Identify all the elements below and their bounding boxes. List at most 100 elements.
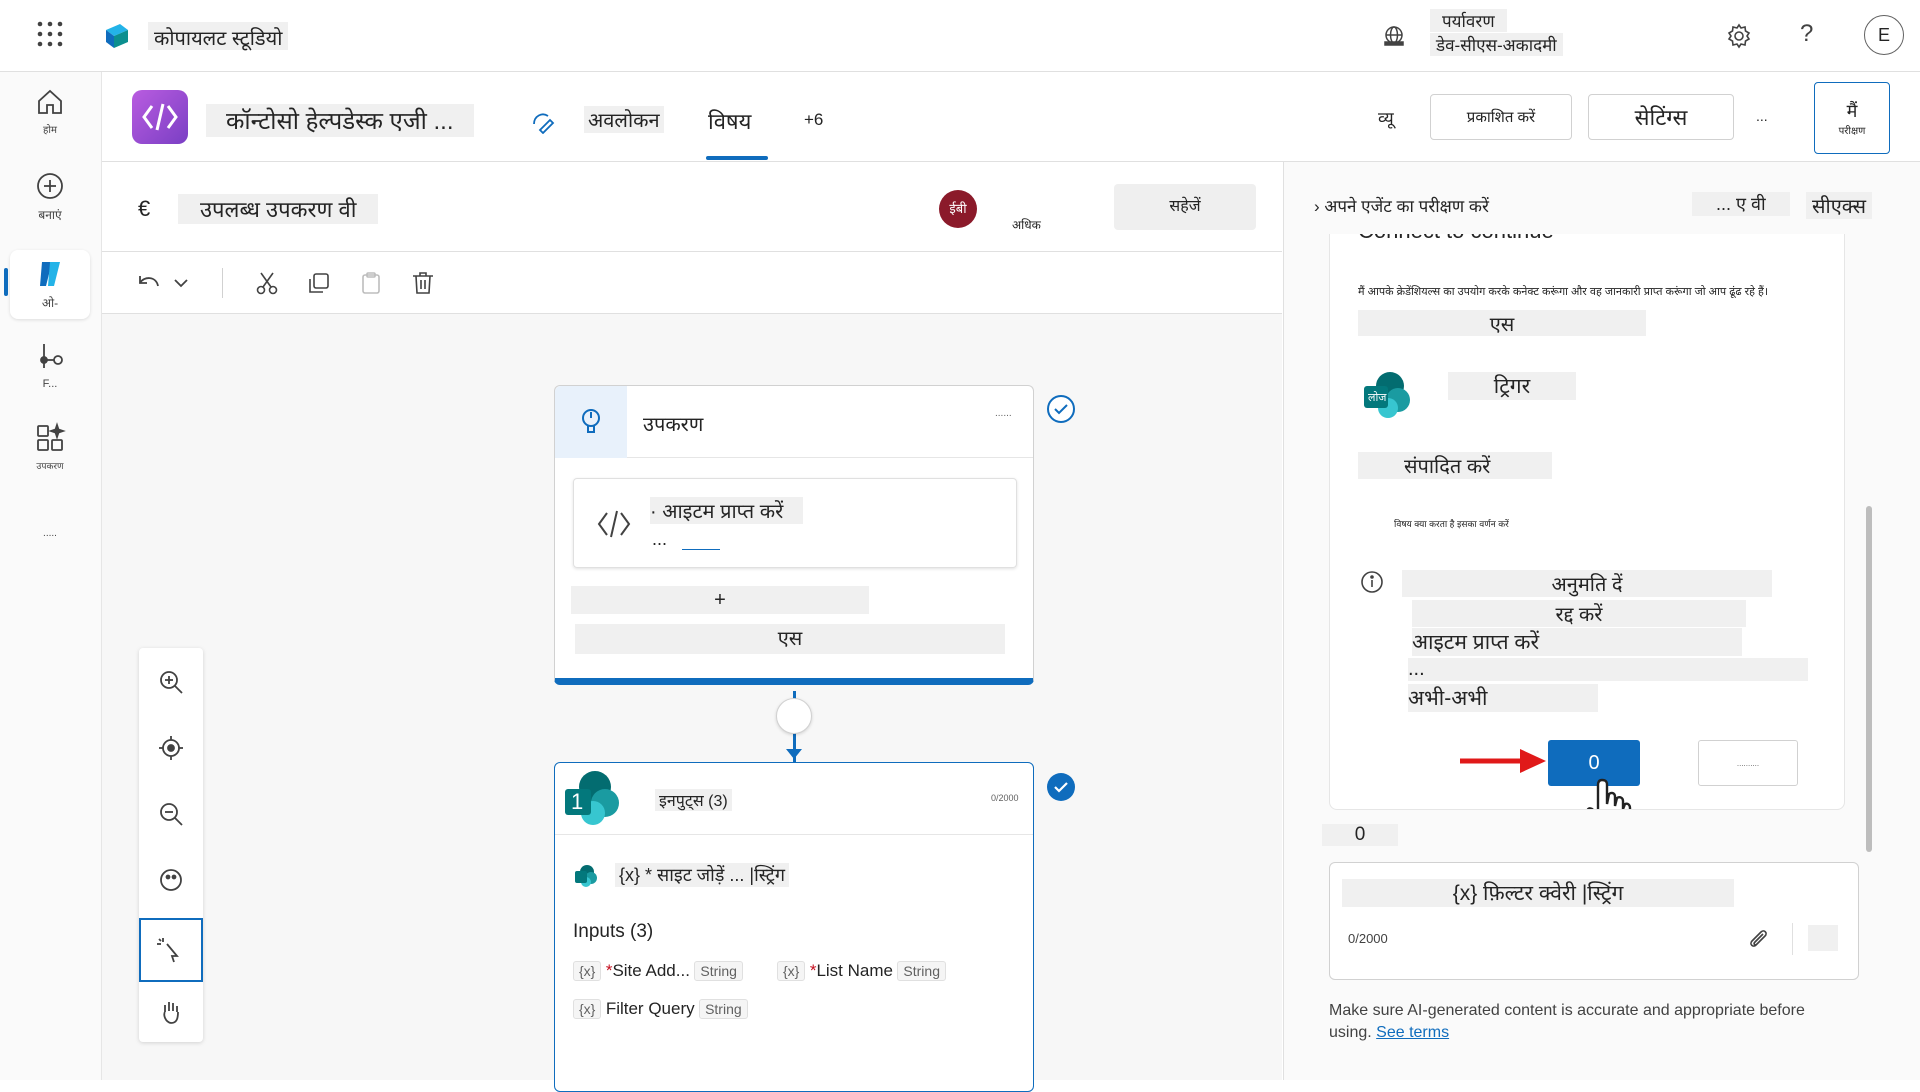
topic-title[interactable]: उपलब्ध उपकरण वी [178, 194, 379, 224]
info-icon [1360, 570, 1384, 594]
attach-icon[interactable] [1746, 927, 1770, 951]
describe-label: विषय क्या करता है इसका वर्णन करें [1394, 519, 1509, 529]
nav-tools[interactable]: उपकरण [10, 422, 90, 472]
nav-agents[interactable]: ओ- [10, 250, 90, 319]
lightbulb-icon [582, 409, 600, 433]
input-chip-type: String [694, 961, 743, 981]
test-panel-header-a[interactable]: ... ए वी [1692, 192, 1790, 216]
input-chip-site[interactable]: {x} *Site Add... String [573, 961, 743, 981]
cursor-hand-icon [1582, 776, 1642, 809]
nav-home-label: होम [43, 125, 57, 136]
input-chip-name: List Name [816, 961, 893, 980]
settings-gear-icon[interactable] [1726, 23, 1752, 49]
zoom-controls [139, 648, 203, 1042]
tool-node-menu[interactable]: ...... [995, 408, 1012, 419]
dots-label: ... [1408, 658, 1808, 681]
paste-icon [358, 270, 384, 296]
tab-more[interactable]: +6 [804, 110, 823, 130]
help-icon[interactable]: ? [1800, 20, 1813, 48]
nav-more[interactable]: ..... [10, 528, 90, 539]
user-avatar[interactable]: E [1864, 15, 1904, 55]
ai-disclaimer: Make sure AI-generated content is accura… [1329, 1000, 1849, 1044]
sp-node-status-check [1046, 772, 1076, 802]
add-tool-button[interactable]: + [571, 586, 869, 614]
zoom-out-icon[interactable] [157, 800, 185, 828]
recenter-icon[interactable] [157, 734, 185, 762]
chat-input-box[interactable]: {x} फ़िल्टर क्वेरी |स्ट्रिंग 0/2000 [1329, 862, 1859, 980]
toolbar-divider [222, 268, 223, 298]
add-circle-icon [37, 173, 63, 199]
chat-input-text[interactable]: {x} फ़िल्टर क्वेरी |स्ट्रिंग [1342, 879, 1734, 907]
sharepoint-connector-icon: लोज [1362, 370, 1414, 422]
input-chip-name: Site Add... [612, 961, 690, 980]
action-card[interactable]: · आइटम प्राप्त करें ... [573, 478, 1017, 568]
nav-home[interactable]: होम [10, 86, 90, 136]
test-panel-scrollbar[interactable] [1866, 506, 1872, 852]
cut-icon[interactable] [254, 270, 280, 296]
view-label[interactable]: व्यू [1378, 106, 1394, 129]
overflow-menu[interactable]: ... [1756, 108, 1768, 124]
input-chip-type: String [897, 961, 946, 981]
app-title: कोपायलट स्टूडियो [148, 22, 289, 50]
copy-icon[interactable] [306, 270, 332, 296]
input-chip-filter[interactable]: {x} Filter Query String [573, 999, 748, 1019]
left-nav-rail: होम बनाएं ओ- F... उपकरण ..... [0, 72, 102, 1080]
nav-tools-label: उपकरण [36, 461, 64, 471]
publish-button[interactable]: प्रकाशित करें [1430, 94, 1572, 140]
environment-icon[interactable] [1382, 24, 1406, 48]
nav-active-indicator [4, 268, 8, 296]
minimap-icon[interactable] [157, 866, 185, 894]
inputs-label: Inputs (3) [573, 921, 654, 942]
see-terms-link[interactable]: See terms [1376, 1024, 1449, 1041]
agent-avatar [132, 90, 188, 144]
input-chip-list[interactable]: {x} *List Name String [777, 961, 946, 981]
tool-node-title: उपकरण [643, 414, 704, 436]
agent-name[interactable]: कॉन्टोसो हेल्पडेस्क एजी ... [206, 104, 474, 137]
nav-create[interactable]: बनाएं [10, 170, 90, 223]
chevron-down-icon[interactable] [172, 274, 190, 292]
undo-icon[interactable] [134, 270, 162, 296]
more-options[interactable]: अधिक [1012, 216, 1041, 233]
environment-name[interactable]: डेव-सीएस-अकादमी [1430, 33, 1563, 56]
add-node-button[interactable] [776, 698, 812, 734]
test-panel-header-b[interactable]: सीएक्स [1806, 192, 1873, 219]
agent-edit-icon[interactable] [530, 108, 556, 135]
environment-label: पर्यावरण [1430, 9, 1507, 32]
tool-node-footer: एस [575, 624, 1005, 654]
select-mode-icon[interactable] [139, 918, 203, 982]
sharepoint-action-node[interactable]: 1 इनपुट्स (3) 0/2000 {x} * साइट जोड़ें .… [554, 762, 1034, 1092]
tool-node-status-check [1046, 394, 1076, 424]
topic-header: € उपलब्ध उपकरण वी ईबी अधिक सहेजें [102, 162, 1282, 252]
nav-flows[interactable]: F... [10, 340, 90, 390]
agent-code-icon [142, 103, 178, 131]
test-panel-title[interactable]: › अपने एजेंट का परीक्षण करें [1314, 194, 1489, 217]
tools-grid-icon [37, 422, 66, 451]
edit-label[interactable]: संपादित करें [1358, 452, 1552, 479]
secondary-button[interactable]: .......... [1698, 740, 1798, 786]
agent-header: कॉन्टोसो हेल्पडेस्क एजी ... अवलोकन विषय … [102, 72, 1920, 162]
nav-agents-label: ओ- [41, 296, 59, 310]
app-launcher-icon[interactable] [36, 20, 64, 48]
connect-card: Connect to continue मैं आपके क्रेडेंशियल… [1329, 234, 1845, 810]
zoom-in-icon[interactable] [157, 668, 185, 696]
action-link[interactable] [682, 549, 720, 550]
send-icon[interactable] [1808, 925, 1838, 951]
connector-arrow [786, 749, 802, 759]
settings-button[interactable]: सेटिंग्स [1588, 94, 1734, 140]
delete-icon[interactable] [410, 270, 436, 296]
test-button[interactable]: मैं परीक्षण [1814, 82, 1890, 154]
back-button[interactable]: € [138, 196, 150, 222]
sp-badge: 1 [571, 789, 584, 814]
secondary-button-label: .......... [1736, 759, 1760, 768]
test-agent-panel: › अपने एजेंट का परीक्षण करें ... ए वी सी… [1283, 162, 1920, 1080]
tool-node[interactable]: उपकरण ...... · आइटम प्राप्त करें ... + ए… [554, 385, 1034, 685]
sp-node-header: 1 इनपुट्स (3) 0/2000 [555, 763, 1033, 835]
test-button-top: मैं [1846, 101, 1858, 121]
topic-canvas[interactable]: उपकरण ...... · आइटम प्राप्त करें ... + ए… [102, 313, 1282, 1092]
action-code-icon [597, 510, 631, 538]
save-button[interactable]: सहेजें [1114, 184, 1256, 230]
sp-inputs-header: इनपुट्स (3) [655, 789, 732, 811]
tab-topics[interactable]: विषय [708, 106, 751, 136]
hand-pan-icon[interactable] [157, 998, 185, 1026]
tab-overview[interactable]: अवलोकन [584, 106, 664, 133]
